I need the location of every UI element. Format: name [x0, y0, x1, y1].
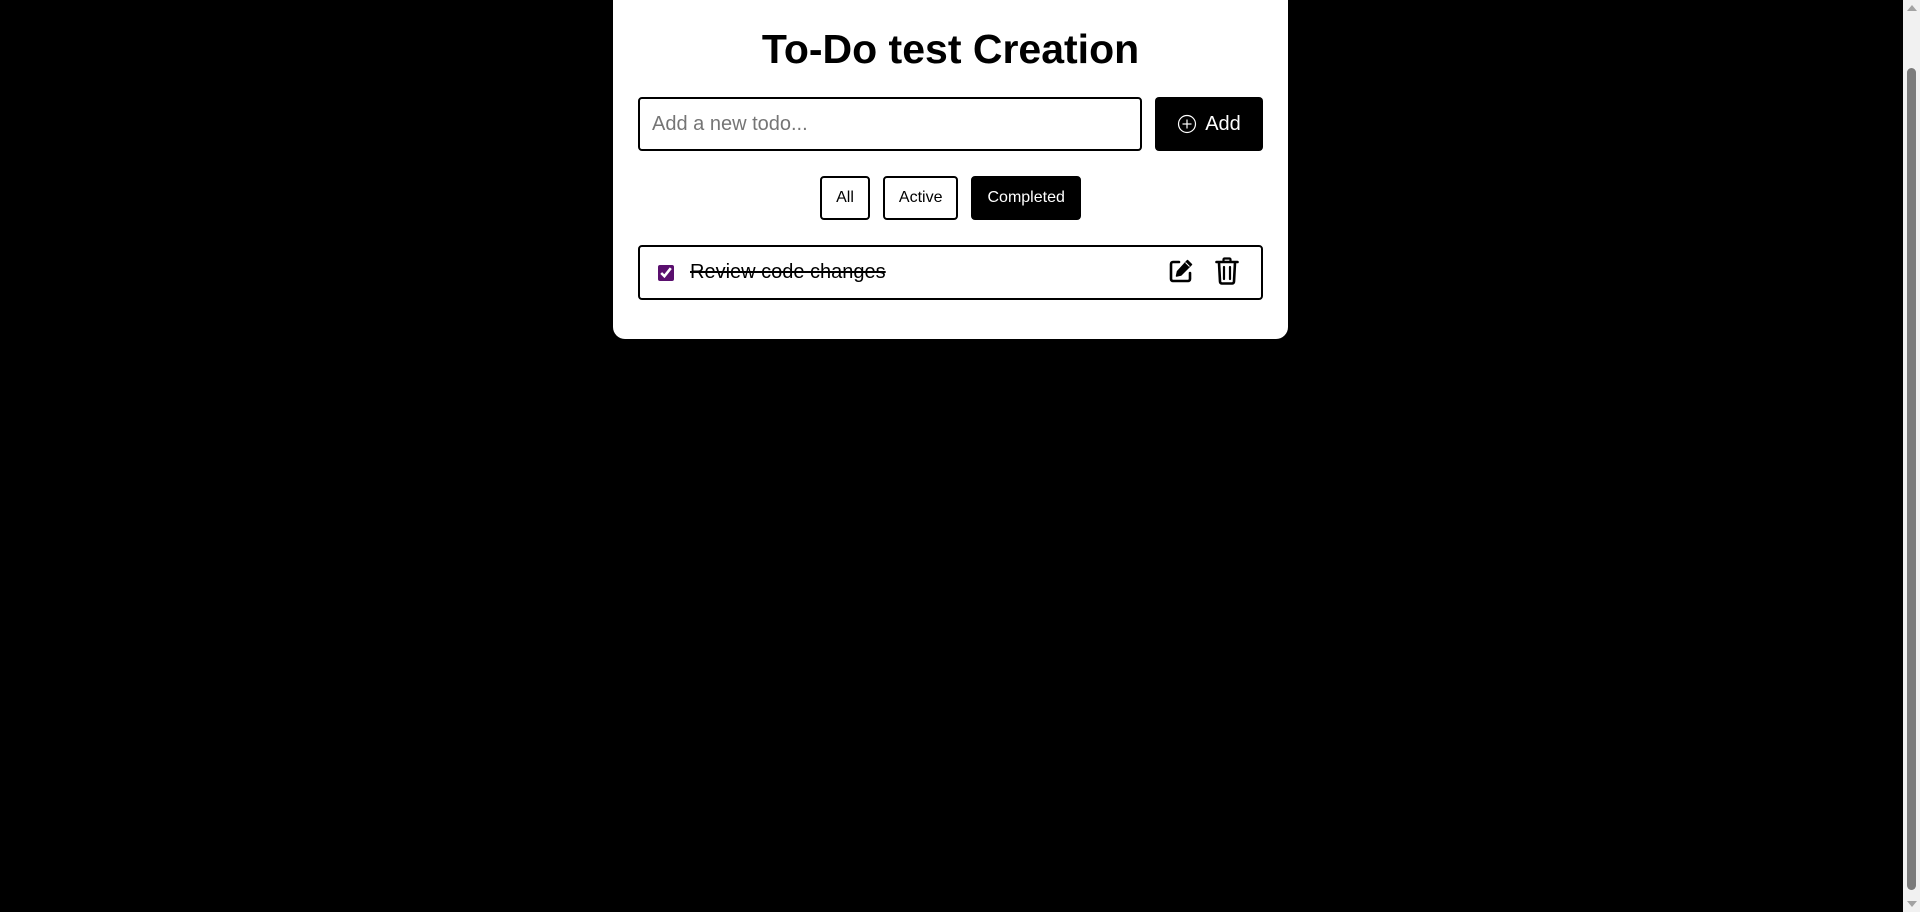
trash-icon	[1215, 257, 1239, 288]
filter-completed-button[interactable]: Completed	[971, 176, 1081, 220]
page-title: To-Do test Creation	[761, 26, 1140, 72]
scrollbar-thumb[interactable]	[1907, 68, 1916, 890]
todo-complete-checkbox[interactable]	[658, 264, 674, 281]
new-todo-input[interactable]	[638, 97, 1142, 151]
filter-active-button[interactable]: Active	[882, 176, 959, 220]
page-background: To-Do test Creation Add All Active Compl…	[0, 0, 1920, 912]
todo-card: To-Do test Creation Add All Active Compl…	[613, 0, 1288, 339]
scroll-down-icon[interactable]	[1907, 901, 1917, 907]
add-button-label: Add	[1205, 112, 1241, 135]
todo-item: Review code changes	[638, 245, 1263, 300]
edit-todo-button[interactable]	[1165, 257, 1197, 289]
plus-circle-icon	[1177, 114, 1197, 134]
vertical-scrollbar[interactable]	[1903, 0, 1920, 912]
add-button[interactable]: Add	[1155, 97, 1263, 151]
filter-bar: All Active Completed	[613, 176, 1288, 220]
scroll-up-icon[interactable]	[1907, 5, 1917, 11]
todo-text: Review code changes	[690, 261, 886, 283]
filter-all-button[interactable]: All	[820, 176, 870, 220]
delete-todo-button[interactable]	[1211, 257, 1243, 289]
edit-icon	[1168, 258, 1194, 287]
todo-list: Review code changes	[638, 245, 1263, 300]
